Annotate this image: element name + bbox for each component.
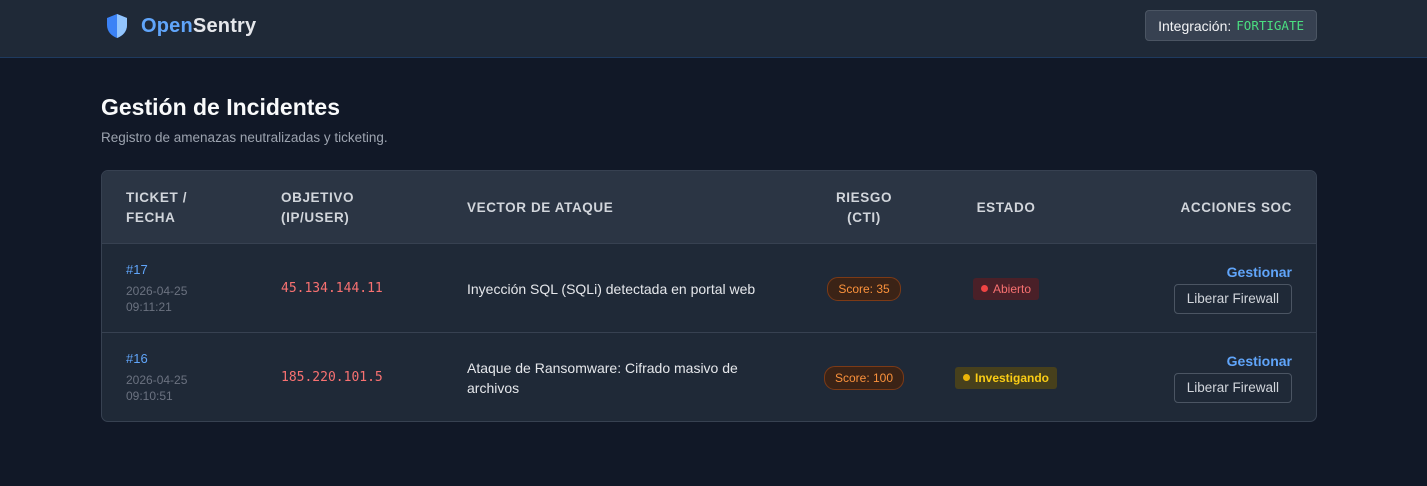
shield-icon [105,13,129,39]
ticket-date: 2026-04-25 [126,373,188,387]
target-ip: 45.134.144.11 [281,281,383,296]
top-bar: OpenSentry Integración: FORTIGATE [0,0,1427,58]
risk-cell: Score: 100 [814,333,914,421]
actions-cell: Gestionar Liberar Firewall [1173,333,1292,421]
status-dot-icon [980,285,988,292]
brand-name: OpenSentry [141,15,256,38]
release-firewall-button[interactable]: Liberar Firewall [1173,283,1292,314]
risk-score-badge: Score: 100 [823,365,905,390]
status-cell: Investigando [936,333,1076,421]
manage-link[interactable]: Gestionar [1227,264,1292,280]
integration-badge[interactable]: Integración: FORTIGATE [1145,10,1317,41]
brand[interactable]: OpenSentry [105,13,256,39]
incidents-table: TICKET / FECHA OBJETIVO (IP/USER) VECTOR… [101,170,1317,422]
attack-vector: Inyección SQL (SQLi) detectada en portal… [467,280,756,297]
ticket-cell: #16 2026-04-25 09:10:51 [126,333,188,421]
risk-score-badge: Score: 35 [827,276,901,301]
header-status: ESTADO [976,199,1036,215]
status-badge: Investigando [954,366,1057,389]
status-dot-icon [962,374,970,381]
vector-cell: Inyección SQL (SQLi) detectada en portal… [467,244,767,333]
ticket-date: 2026-04-25 [126,284,188,298]
table-header: TICKET / FECHA OBJETIVO (IP/USER) VECTOR… [102,171,1316,244]
page-title: Gestión de Incidentes [101,94,340,120]
page-heading: Gestión de Incidentes Registro de amenaz… [101,94,388,145]
header-actions: ACCIONES SOC [1180,199,1292,215]
ticket-id[interactable]: #17 [126,262,187,277]
ticket-cell: #17 2026-04-25 09:11:21 [126,244,187,333]
actions-cell: Gestionar Liberar Firewall [1173,244,1292,333]
attack-vector: Ataque de Ransomware: Cifrado masivo de … [467,359,738,396]
header-vector: VECTOR DE ATAQUE [467,199,614,215]
integration-label: Integración: [1158,17,1232,34]
status-label: Abierto [992,281,1032,296]
ticket-time: 09:11:21 [126,300,172,314]
manage-link[interactable]: Gestionar [1227,353,1292,369]
brand-name-sentry: Sentry [192,14,257,37]
integration-value: FORTIGATE [1236,18,1304,33]
header-ticket: TICKET / FECHA [126,189,188,225]
table-row: #16 2026-04-25 09:10:51 185.220.101.5 At… [102,333,1316,421]
target-ip: 185.220.101.5 [281,370,383,385]
brand-name-open: Open [141,14,193,37]
header-target: OBJETIVO (IP/USER) [281,189,355,225]
header-risk: RIESGO (CTI) [835,189,893,225]
ticket-time: 09:10:51 [126,389,173,403]
status-cell: Abierto [936,244,1076,333]
status-badge: Abierto [972,277,1040,300]
page-subtitle: Registro de amenazas neutralizadas y tic… [101,130,388,145]
release-firewall-button[interactable]: Liberar Firewall [1173,372,1292,403]
target-cell: 185.220.101.5 [281,333,383,421]
ticket-id[interactable]: #16 [126,351,187,366]
table-row: #17 2026-04-25 09:11:21 45.134.144.11 In… [102,244,1316,333]
status-label: Investigando [974,370,1049,385]
target-cell: 45.134.144.11 [281,244,383,333]
vector-cell: Ataque de Ransomware: Cifrado masivo de … [467,333,767,421]
risk-cell: Score: 35 [814,244,914,333]
